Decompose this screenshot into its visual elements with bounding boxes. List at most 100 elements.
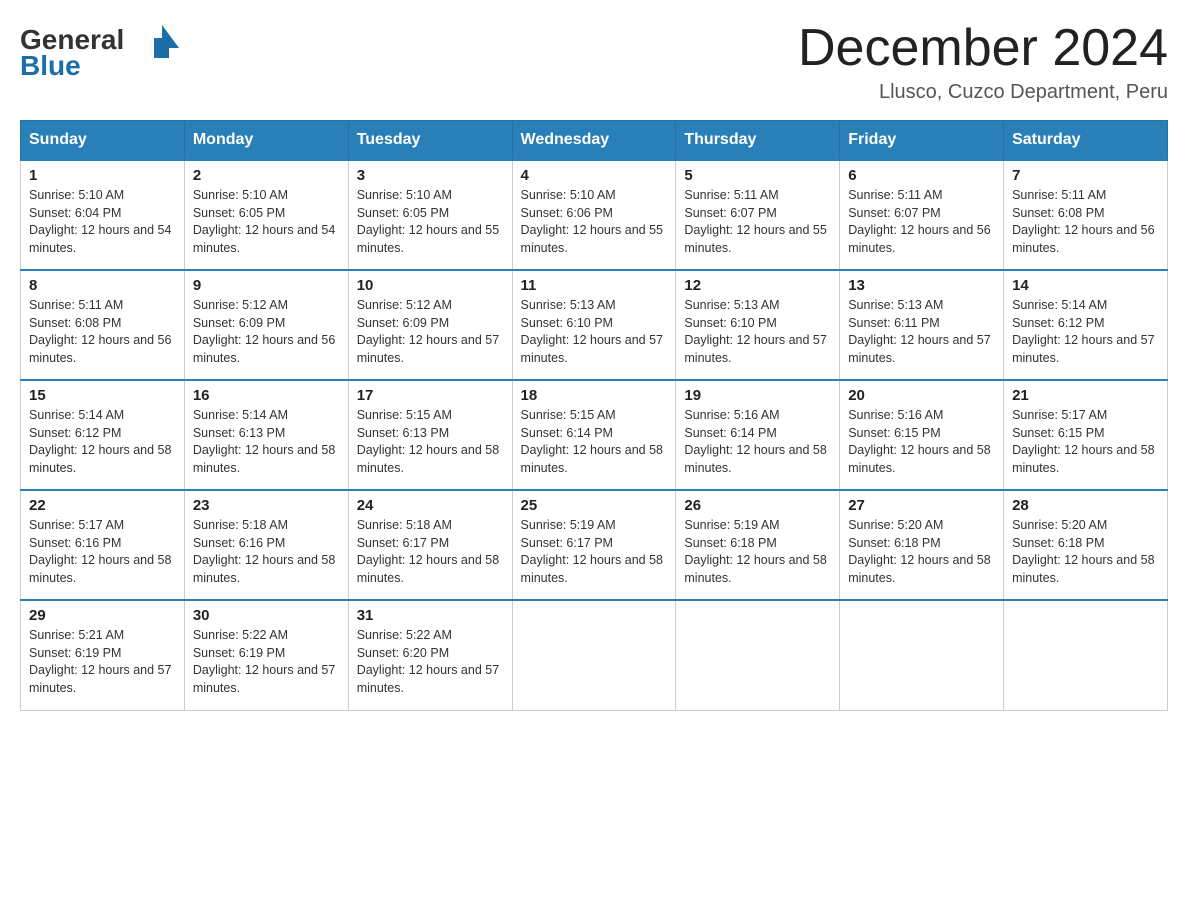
day-number: 28 [1012,497,1159,514]
calendar-cell: 22 Sunrise: 5:17 AMSunset: 6:16 PMDaylig… [21,490,185,600]
day-info: Sunrise: 5:11 AMSunset: 6:08 PMDaylight:… [1012,188,1154,255]
col-tuesday: Tuesday [348,121,512,161]
calendar-cell: 23 Sunrise: 5:18 AMSunset: 6:16 PMDaylig… [184,490,348,600]
calendar-cell: 7 Sunrise: 5:11 AMSunset: 6:08 PMDayligh… [1004,160,1168,270]
calendar-cell: 21 Sunrise: 5:17 AMSunset: 6:15 PMDaylig… [1004,380,1168,490]
calendar-cell: 16 Sunrise: 5:14 AMSunset: 6:13 PMDaylig… [184,380,348,490]
week-row-4: 22 Sunrise: 5:17 AMSunset: 6:16 PMDaylig… [21,490,1168,600]
day-info: Sunrise: 5:13 AMSunset: 6:11 PMDaylight:… [848,298,990,365]
calendar-cell [1004,600,1168,710]
day-number: 13 [848,277,995,294]
day-number: 24 [357,497,504,514]
day-number: 17 [357,387,504,404]
logo: General Blue [20,20,179,80]
day-number: 4 [521,167,668,184]
day-number: 15 [29,387,176,404]
calendar-cell: 17 Sunrise: 5:15 AMSunset: 6:13 PMDaylig… [348,380,512,490]
day-number: 21 [1012,387,1159,404]
col-thursday: Thursday [676,121,840,161]
page-title: December 2024 [798,20,1168,77]
col-sunday: Sunday [21,121,185,161]
calendar-header-row: Sunday Monday Tuesday Wednesday Thursday… [21,121,1168,161]
calendar-table: Sunday Monday Tuesday Wednesday Thursday… [20,120,1168,711]
calendar-cell: 3 Sunrise: 5:10 AMSunset: 6:05 PMDayligh… [348,160,512,270]
day-number: 11 [521,277,668,294]
day-info: Sunrise: 5:11 AMSunset: 6:07 PMDaylight:… [848,188,990,255]
week-row-3: 15 Sunrise: 5:14 AMSunset: 6:12 PMDaylig… [21,380,1168,490]
calendar-cell: 14 Sunrise: 5:14 AMSunset: 6:12 PMDaylig… [1004,270,1168,380]
day-number: 18 [521,387,668,404]
day-number: 30 [193,607,340,624]
calendar-cell: 18 Sunrise: 5:15 AMSunset: 6:14 PMDaylig… [512,380,676,490]
day-info: Sunrise: 5:13 AMSunset: 6:10 PMDaylight:… [684,298,826,365]
calendar-cell [840,600,1004,710]
week-row-1: 1 Sunrise: 5:10 AMSunset: 6:04 PMDayligh… [21,160,1168,270]
calendar-cell: 8 Sunrise: 5:11 AMSunset: 6:08 PMDayligh… [21,270,185,380]
day-number: 19 [684,387,831,404]
day-number: 27 [848,497,995,514]
day-info: Sunrise: 5:18 AMSunset: 6:16 PMDaylight:… [193,518,335,585]
calendar-cell: 1 Sunrise: 5:10 AMSunset: 6:04 PMDayligh… [21,160,185,270]
day-number: 7 [1012,167,1159,184]
calendar-cell: 19 Sunrise: 5:16 AMSunset: 6:14 PMDaylig… [676,380,840,490]
day-info: Sunrise: 5:13 AMSunset: 6:10 PMDaylight:… [521,298,663,365]
day-number: 5 [684,167,831,184]
page-subtitle: Llusco, Cuzco Department, Peru [798,81,1168,104]
calendar-cell: 4 Sunrise: 5:10 AMSunset: 6:06 PMDayligh… [512,160,676,270]
day-info: Sunrise: 5:10 AMSunset: 6:04 PMDaylight:… [29,188,171,255]
day-info: Sunrise: 5:19 AMSunset: 6:18 PMDaylight:… [684,518,826,585]
calendar-cell: 26 Sunrise: 5:19 AMSunset: 6:18 PMDaylig… [676,490,840,600]
day-info: Sunrise: 5:14 AMSunset: 6:12 PMDaylight:… [29,408,171,475]
calendar-cell: 9 Sunrise: 5:12 AMSunset: 6:09 PMDayligh… [184,270,348,380]
day-info: Sunrise: 5:19 AMSunset: 6:17 PMDaylight:… [521,518,663,585]
day-info: Sunrise: 5:11 AMSunset: 6:07 PMDaylight:… [684,188,826,255]
day-info: Sunrise: 5:22 AMSunset: 6:20 PMDaylight:… [357,628,499,695]
logo-icon [124,20,179,60]
col-wednesday: Wednesday [512,121,676,161]
day-number: 26 [684,497,831,514]
day-number: 3 [357,167,504,184]
day-info: Sunrise: 5:16 AMSunset: 6:15 PMDaylight:… [848,408,990,475]
day-number: 10 [357,277,504,294]
day-info: Sunrise: 5:22 AMSunset: 6:19 PMDaylight:… [193,628,335,695]
calendar-cell: 20 Sunrise: 5:16 AMSunset: 6:15 PMDaylig… [840,380,1004,490]
day-info: Sunrise: 5:14 AMSunset: 6:12 PMDaylight:… [1012,298,1154,365]
day-info: Sunrise: 5:17 AMSunset: 6:15 PMDaylight:… [1012,408,1154,475]
day-info: Sunrise: 5:16 AMSunset: 6:14 PMDaylight:… [684,408,826,475]
day-number: 25 [521,497,668,514]
title-block: December 2024 Llusco, Cuzco Department, … [798,20,1168,104]
week-row-5: 29 Sunrise: 5:21 AMSunset: 6:19 PMDaylig… [21,600,1168,710]
calendar-cell [676,600,840,710]
col-friday: Friday [840,121,1004,161]
calendar-cell: 12 Sunrise: 5:13 AMSunset: 6:10 PMDaylig… [676,270,840,380]
week-row-2: 8 Sunrise: 5:11 AMSunset: 6:08 PMDayligh… [21,270,1168,380]
col-monday: Monday [184,121,348,161]
day-info: Sunrise: 5:11 AMSunset: 6:08 PMDaylight:… [29,298,171,365]
day-number: 20 [848,387,995,404]
day-info: Sunrise: 5:10 AMSunset: 6:06 PMDaylight:… [521,188,663,255]
calendar-cell [512,600,676,710]
day-number: 23 [193,497,340,514]
day-number: 2 [193,167,340,184]
day-number: 6 [848,167,995,184]
calendar-cell: 15 Sunrise: 5:14 AMSunset: 6:12 PMDaylig… [21,380,185,490]
calendar-cell: 6 Sunrise: 5:11 AMSunset: 6:07 PMDayligh… [840,160,1004,270]
calendar-cell: 24 Sunrise: 5:18 AMSunset: 6:17 PMDaylig… [348,490,512,600]
calendar-cell: 2 Sunrise: 5:10 AMSunset: 6:05 PMDayligh… [184,160,348,270]
calendar-cell: 28 Sunrise: 5:20 AMSunset: 6:18 PMDaylig… [1004,490,1168,600]
day-number: 31 [357,607,504,624]
day-info: Sunrise: 5:15 AMSunset: 6:14 PMDaylight:… [521,408,663,475]
day-number: 22 [29,497,176,514]
calendar-cell: 29 Sunrise: 5:21 AMSunset: 6:19 PMDaylig… [21,600,185,710]
day-info: Sunrise: 5:10 AMSunset: 6:05 PMDaylight:… [193,188,335,255]
calendar-cell: 10 Sunrise: 5:12 AMSunset: 6:09 PMDaylig… [348,270,512,380]
calendar-cell: 25 Sunrise: 5:19 AMSunset: 6:17 PMDaylig… [512,490,676,600]
day-info: Sunrise: 5:12 AMSunset: 6:09 PMDaylight:… [357,298,499,365]
day-number: 9 [193,277,340,294]
day-number: 14 [1012,277,1159,294]
calendar-cell: 5 Sunrise: 5:11 AMSunset: 6:07 PMDayligh… [676,160,840,270]
calendar-cell: 31 Sunrise: 5:22 AMSunset: 6:20 PMDaylig… [348,600,512,710]
day-info: Sunrise: 5:20 AMSunset: 6:18 PMDaylight:… [1012,518,1154,585]
day-number: 8 [29,277,176,294]
day-number: 1 [29,167,176,184]
